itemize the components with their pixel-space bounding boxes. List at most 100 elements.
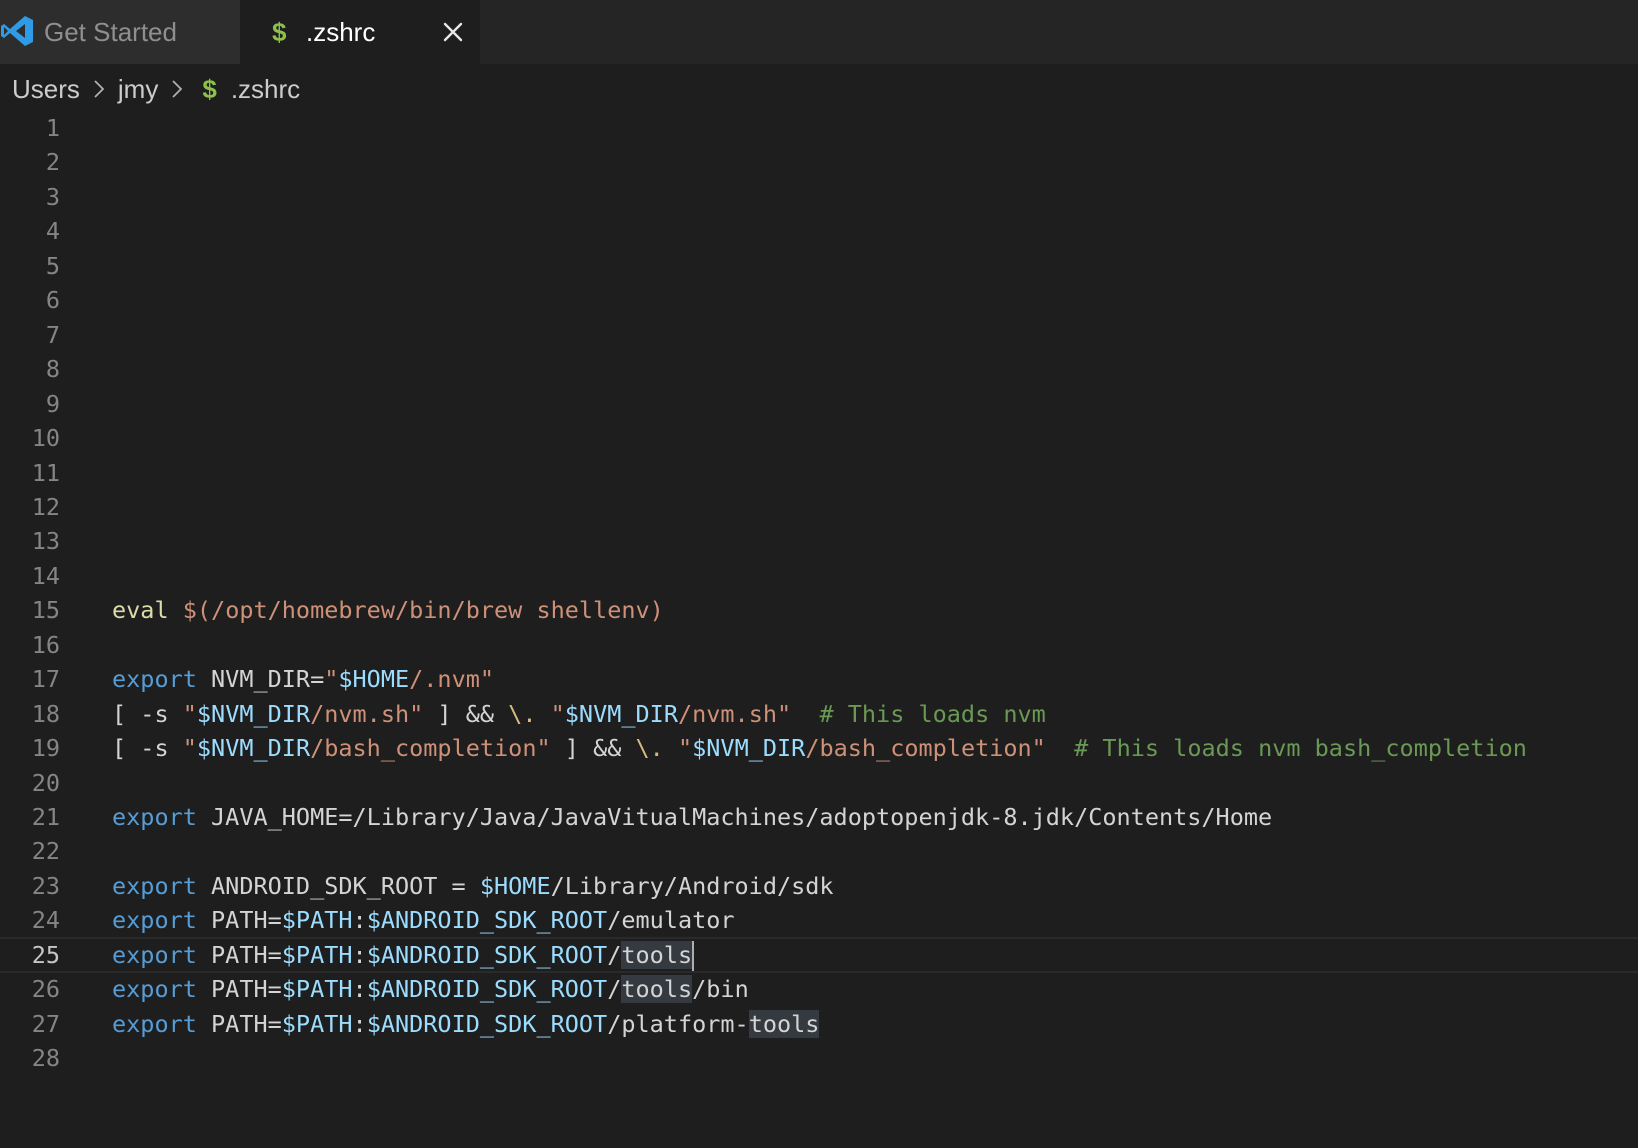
code-token: $(/opt/homebrew/bin/brew shellenv) — [182, 596, 664, 625]
code-line[interactable]: 10 — [0, 420, 1638, 456]
code-token: " — [324, 665, 339, 694]
code-token: ] && — [550, 734, 636, 763]
code-token: tools — [748, 1009, 820, 1038]
code-token: " — [550, 699, 565, 728]
code-token: tools — [621, 940, 693, 969]
code-line[interactable]: 5 — [0, 248, 1638, 284]
code-line[interactable]: 13 — [0, 523, 1638, 559]
code-token: $PATH — [281, 975, 353, 1004]
code-token: PATH= — [196, 906, 282, 935]
code-line[interactable]: 4 — [0, 213, 1638, 249]
code-token: ] && — [423, 699, 509, 728]
line-number: 17 — [31, 665, 60, 694]
code-token: tools — [621, 975, 693, 1004]
code-token: export — [112, 665, 197, 694]
line-number: 7 — [45, 320, 60, 349]
tab-get-started[interactable]: Get Started — [0, 0, 240, 64]
line-number: 19 — [31, 734, 60, 763]
code-line[interactable]: 3 — [0, 179, 1638, 215]
line-number: 21 — [31, 803, 60, 831]
code-token: $PATH — [281, 1009, 353, 1038]
code-token: export — [112, 803, 197, 831]
code-line[interactable]: 12 — [0, 489, 1638, 525]
code-text: [ -s "$NVM_DIR/nvm.sh" ] && \. "$NVM_DIR… — [112, 696, 1046, 732]
code-line[interactable]: 18[ -s "$NVM_DIR/nvm.sh" ] && \. "$NVM_D… — [0, 696, 1638, 732]
close-icon[interactable] — [438, 17, 468, 47]
code-line[interactable]: 20 — [0, 765, 1638, 801]
code-token: $ANDROID_SDK_ROOT — [366, 906, 608, 935]
code-token: /platform- — [607, 1009, 749, 1038]
code-line[interactable]: 27 export PATH=$PATH:$ANDROID_SDK_ROOT/pl… — [0, 1006, 1638, 1042]
code-token: /bash_completion" — [805, 734, 1046, 763]
code-text: export PATH=$PATH:$ANDROID_SDK_ROOT/emul… — [112, 902, 735, 938]
dollar-icon: $ — [202, 73, 217, 104]
code-token: /nvm.sh" — [677, 699, 792, 728]
code-line[interactable]: 16 — [0, 627, 1638, 663]
code-line[interactable]: 11 — [0, 455, 1638, 491]
code-token: / — [607, 940, 622, 969]
code-token: /Library/Android/sdk — [550, 871, 834, 900]
code-editor[interactable]: 1 2 3 4 5 6 7 8 9 10 11 12 13 14 15 eval $(/opt/homebre… — [0, 110, 1638, 1148]
line-number: 1 — [45, 114, 60, 142]
code-token: # This loads nvm — [819, 699, 1046, 728]
code-line[interactable]: 15 eval $(/opt/homebrew/bin/brew shellenv… — [0, 592, 1638, 628]
code-line[interactable]: 6 — [0, 282, 1638, 318]
breadcrumb: Users jmy $ .zshrc — [12, 70, 300, 108]
line-number: 11 — [31, 458, 60, 487]
code-token: / — [607, 975, 622, 1004]
code-line[interactable]: 26 export PATH=$PATH:$ANDROID_SDK_ROOT/to… — [0, 971, 1638, 1007]
code-token: PATH= — [196, 1009, 282, 1038]
code-line[interactable]: 22 — [0, 833, 1638, 869]
tab-zshrc[interactable]: $ .zshrc — [240, 0, 480, 64]
code-line[interactable]: 28 — [0, 1040, 1638, 1076]
code-token: JAVA_HOME=/Library/Java/JavaVitualMachin… — [196, 803, 1273, 831]
code-line[interactable]: 8 — [0, 351, 1638, 387]
breadcrumb-item-zshrc[interactable]: .zshrc — [231, 74, 300, 105]
code-token: $ANDROID_SDK_ROOT — [366, 1009, 608, 1038]
line-number: 2 — [45, 148, 60, 177]
code-token: /nvm.sh" — [310, 699, 424, 728]
code-token: : — [352, 940, 367, 969]
line-number: 23 — [31, 871, 60, 900]
breadcrumb-item-users[interactable]: Users — [12, 74, 80, 105]
breadcrumb-item-jmy[interactable]: jmy — [118, 74, 158, 105]
line-number: 6 — [45, 286, 60, 315]
code-token: \. — [508, 699, 537, 728]
code-token: $PATH — [281, 906, 353, 935]
code-token: export — [112, 1009, 197, 1038]
code-line[interactable]: 19[ -s "$NVM_DIR/bash_completion" ] && \… — [0, 730, 1638, 766]
line-number: 12 — [31, 492, 60, 521]
line-number: 22 — [31, 837, 60, 866]
code-line[interactable]: 1 — [0, 110, 1638, 146]
code-line[interactable]: 7 — [0, 317, 1638, 353]
tab-bar: Get Started $ .zshrc — [0, 0, 1638, 64]
code-token: export — [112, 871, 197, 900]
code-text: export PATH=$PATH:$ANDROID_SDK_ROOT/plat… — [112, 1006, 820, 1042]
code-token: " — [182, 699, 197, 728]
code-line[interactable]: 14 — [0, 558, 1638, 594]
line-number: 26 — [31, 975, 60, 1004]
code-line[interactable]: 2 — [0, 144, 1638, 180]
code-token: $NVM_DIR — [692, 734, 806, 763]
code-line[interactable]: 9 — [0, 386, 1638, 422]
code-token: /.nvm" — [409, 665, 495, 694]
code-line[interactable]: 21 export JAVA_HOME=/Library/Java/JavaVit… — [0, 799, 1638, 835]
code-text: export PATH=$PATH:$ANDROID_SDK_ROOT/tool… — [112, 971, 749, 1007]
line-number: 27 — [31, 1009, 60, 1038]
line-number: 24 — [31, 906, 60, 935]
code-token: /bin — [692, 975, 749, 1004]
code-line[interactable]: 25 export PATH=$PATH:$ANDROID_SDK_ROOT/to… — [0, 936, 1638, 973]
chevron-right-icon — [172, 80, 183, 98]
line-number: 16 — [31, 630, 60, 659]
line-number: 4 — [45, 217, 60, 246]
code-line[interactable]: 23 export ANDROID_SDK_ROOT = $HOME/Librar… — [0, 868, 1638, 904]
line-number: 10 — [31, 424, 60, 453]
code-token: export — [112, 940, 197, 969]
code-token: $PATH — [281, 940, 353, 969]
code-line[interactable]: 24 export PATH=$PATH:$ANDROID_SDK_ROOT/em… — [0, 902, 1638, 938]
tab-label: .zshrc — [306, 17, 376, 47]
code-line[interactable]: 17 export NVM_DIR="$HOME/.nvm" — [0, 661, 1638, 697]
code-token: $NVM_DIR — [564, 699, 678, 728]
